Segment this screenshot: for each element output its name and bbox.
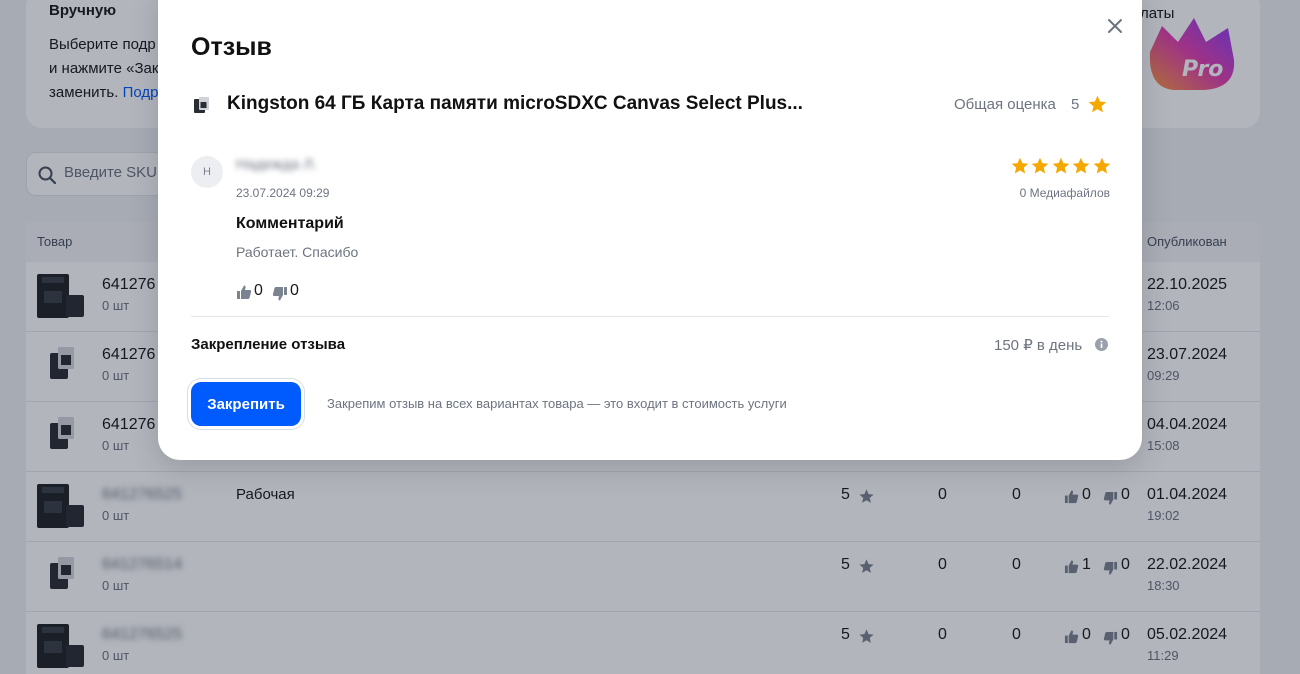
star-icon: [1011, 157, 1029, 174]
star-icon: [1088, 95, 1107, 113]
star-icon: [1052, 157, 1070, 174]
product-thumbnail-icon: [194, 97, 209, 113]
dislikes-count: 0: [290, 282, 299, 299]
product-name[interactable]: Kingston 64 ГБ Карта памяти microSDXC Ca…: [227, 93, 803, 115]
modal-title: Отзыв: [191, 33, 272, 61]
thumbs-down-icon[interactable]: [272, 286, 288, 302]
pin-review-label: Закрепление отзыва: [191, 336, 346, 353]
comment-text: Работает. Спасибо: [236, 244, 359, 260]
thumbs-up-icon[interactable]: [236, 284, 252, 300]
pin-button[interactable]: Закрепить: [191, 382, 301, 426]
star-icon: [1093, 157, 1110, 174]
avatar: Н: [191, 156, 223, 188]
overall-rating-value: 5: [1071, 96, 1080, 113]
close-icon[interactable]: [1107, 18, 1123, 34]
media-count: 0 Медиафайлов: [1019, 186, 1110, 200]
review-modal: Отзыв Kingston 64 ГБ Карта памяти microS…: [158, 0, 1142, 460]
info-icon[interactable]: [1095, 338, 1108, 351]
likes-count: 0: [254, 282, 263, 299]
star-icon: [1072, 157, 1090, 174]
review-author: Надежда Л.: [236, 156, 318, 173]
pin-price: 150 ₽ в день: [994, 337, 1083, 354]
review-stars: [1010, 156, 1112, 176]
overall-rating-label: Общая оценка: [954, 96, 1056, 113]
star-icon: [1032, 157, 1049, 174]
pin-note: Закрепим отзыв на всех вариантах товара …: [327, 396, 787, 411]
review-date: 23.07.2024 09:29: [236, 186, 330, 200]
comment-label: Комментарий: [236, 215, 344, 232]
divider: [191, 316, 1109, 317]
